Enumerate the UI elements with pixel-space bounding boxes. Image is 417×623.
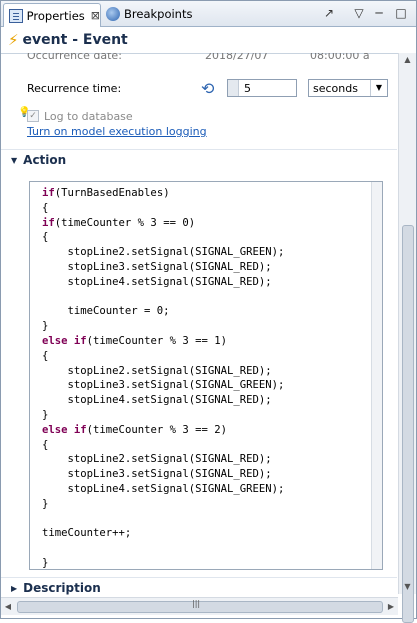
chevron-right-icon[interactable]: ▶ [11, 584, 17, 593]
view-menu-icon[interactable]: ▽ [351, 5, 367, 21]
code-line: } [42, 408, 49, 421]
log-to-database-label: Log to database [44, 110, 133, 123]
occurrence-date-field[interactable]: 2018/27/07 [205, 53, 268, 62]
tab-properties-label: Properties [26, 8, 85, 23]
execution-logging-link[interactable]: Turn on model execution logging [27, 125, 207, 138]
code-line: stopLine2.setSignal(SIGNAL_GREEN); [42, 246, 285, 259]
code-line: stopLine2.setSignal(SIGNAL_RED); [42, 453, 272, 466]
log-to-database-checkbox[interactable]: ✓ [27, 110, 39, 122]
code-line: } [42, 497, 49, 510]
page-title: event - Event [22, 32, 128, 48]
scroll-left-icon[interactable]: ◀ [1, 598, 15, 615]
recurrence-value: 5 [244, 82, 251, 95]
code-line: if(timeCounter % 3 == 0) [42, 216, 196, 229]
code-line: stopLine4.setSignal(SIGNAL_GREEN); [42, 482, 285, 495]
code-line: { [42, 349, 49, 362]
minimize-icon[interactable]: ─ [371, 5, 387, 21]
section-action[interactable]: ▼ Action [1, 149, 397, 170]
occurrence-time-field[interactable]: 08:00:00 a [310, 53, 370, 62]
occurrence-row-clipped: Occurrence date: 2018/27/07 08:00:00 a [25, 53, 395, 67]
code-line: stopLine3.setSignal(SIGNAL_GREEN); [42, 379, 285, 392]
tab-bar: Properties ⊠ Breakpoints ↗ ▽ ─ □ [1, 1, 416, 27]
vertical-scroll-thumb[interactable] [402, 225, 414, 623]
code-line: { [42, 438, 49, 451]
maximize-icon[interactable]: □ [393, 5, 409, 21]
grip-icon: ||| [192, 599, 201, 608]
tab-breakpoints[interactable]: Breakpoints [101, 3, 196, 25]
section-action-label: Action [23, 153, 67, 167]
tab-properties[interactable]: Properties ⊠ [3, 3, 101, 27]
scroll-down-icon[interactable]: ▼ [399, 580, 416, 594]
occurrence-label: Occurrence date: [27, 53, 122, 62]
code-line: { [42, 231, 49, 244]
section-description[interactable]: ▶ Description [1, 577, 397, 598]
code-line: } [42, 320, 49, 333]
recurrence-label: Recurrence time: [27, 82, 122, 95]
recurrence-unit-value: seconds [313, 82, 358, 95]
code-line: { [42, 201, 49, 214]
scroll-up-icon[interactable]: ▲ [399, 53, 416, 67]
code-line: stopLine4.setSignal(SIGNAL_RED); [42, 275, 272, 288]
editor-scrollbar[interactable] [371, 182, 382, 569]
new-window-icon[interactable]: ↗ [321, 5, 337, 21]
recurrence-value-input[interactable]: 5 [227, 79, 297, 97]
code-line: stopLine3.setSignal(SIGNAL_RED); [42, 468, 272, 481]
code-text: if(TurnBasedEnables) { if(timeCounter % 3 … [42, 186, 285, 569]
chevron-down-icon[interactable]: ▼ [11, 156, 17, 165]
section-description-label: Description [23, 581, 101, 595]
code-line: } [42, 556, 49, 569]
code-line: timeCounter++; [42, 527, 132, 540]
code-line: stopLine3.setSignal(SIGNAL_RED); [42, 260, 272, 273]
code-line: else if(timeCounter % 3 == 1) [42, 334, 227, 347]
scroll-right-icon[interactable]: ▶ [384, 598, 398, 615]
spinner-handle[interactable] [228, 80, 239, 96]
close-tab-icon[interactable]: ⊠ [91, 9, 100, 22]
tab-breakpoints-label: Breakpoints [124, 7, 193, 21]
properties-view: Properties ⊠ Breakpoints ↗ ▽ ─ □ ⚡ event… [0, 0, 417, 623]
properties-icon [9, 8, 23, 23]
refresh-icon[interactable]: ⟲ [201, 79, 219, 98]
vertical-scrollbar[interactable]: ▲ ▼ [398, 53, 416, 623]
code-line: else if(timeCounter % 3 == 2) [42, 423, 227, 436]
action-code-editor[interactable]: if(TurnBasedEnables) { if(timeCounter % 3 … [29, 181, 383, 570]
code-line: stopLine4.setSignal(SIGNAL_RED); [42, 394, 272, 407]
code-line: timeCounter = 0; [42, 305, 170, 318]
lightning-icon: ⚡ [8, 31, 19, 49]
chevron-down-icon[interactable]: ▼ [370, 80, 387, 96]
code-line: stopLine2.setSignal(SIGNAL_RED); [42, 364, 272, 377]
horizontal-scrollbar[interactable]: ◀ ||| ▶ [1, 597, 398, 615]
recurrence-unit-select[interactable]: seconds ▼ [308, 79, 388, 97]
properties-header: ⚡ event - Event [1, 27, 416, 54]
code-line: if(TurnBasedEnables) [42, 187, 170, 199]
breakpoint-icon [106, 7, 120, 21]
